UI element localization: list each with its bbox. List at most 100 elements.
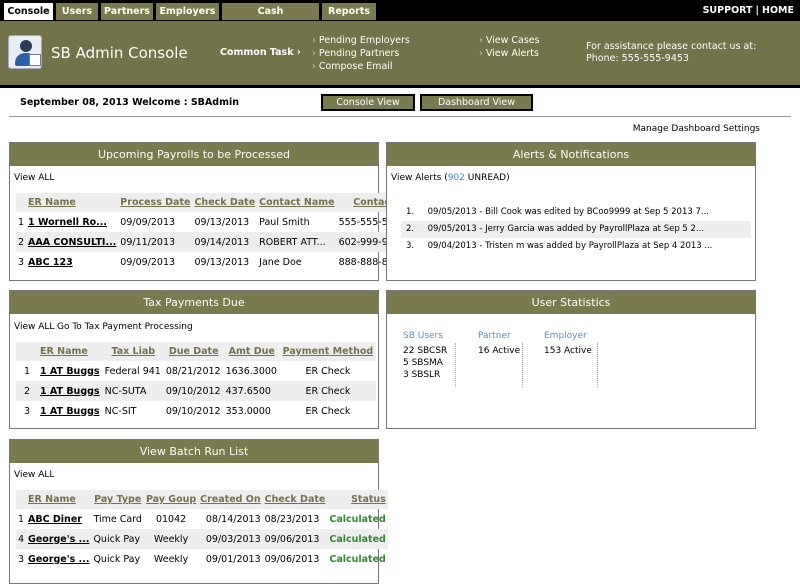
pay-type: Time Card — [93, 513, 142, 525]
due-date: 09/10/2012 — [165, 405, 221, 417]
table-row: 1 ABC Diner Time Card 01042 08/14/2013 0… — [16, 509, 388, 529]
header-banner: SB Admin Console Common Task › Pending E… — [0, 21, 800, 85]
row-number: 4 — [16, 529, 27, 549]
er-name-link[interactable]: 1 AT Buggs — [38, 361, 103, 381]
er-name-link[interactable]: ABC 123 — [26, 252, 118, 272]
column-header[interactable]: Due Date — [163, 342, 224, 361]
check-date: 08/23/2013 — [264, 513, 320, 525]
tax-view-all-link[interactable]: View ALL — [14, 322, 54, 332]
column-divider — [522, 343, 523, 387]
row-number: 1 — [23, 365, 31, 377]
view-alerts-link[interactable]: View Alerts — [479, 47, 540, 60]
process-date: 09/09/2013 — [120, 216, 176, 228]
pay-group: 01042 — [155, 513, 187, 525]
compose-email-link[interactable]: Compose Email — [312, 60, 410, 73]
row-number: 2 — [16, 381, 38, 401]
tax-payments-table: ER Name Tax Liab Due Date Amt Due Paymen… — [16, 342, 376, 421]
check-date: 09/06/2013 — [264, 553, 320, 565]
common-task-label: Common Task › — [220, 47, 301, 58]
column-header[interactable]: Pay Type — [91, 490, 144, 509]
check-date: 09/13/2013 — [194, 216, 250, 228]
column-header[interactable]: Amt Due — [223, 342, 280, 361]
view-alerts-link[interactable]: View Alerts (902 UNREAD) — [391, 173, 510, 183]
check-date: 09/14/2013 — [192, 232, 258, 252]
tab-partners[interactable]: Partners — [101, 3, 153, 20]
column-header[interactable]: ER Name — [26, 490, 92, 509]
contact-name: ROBERT ATT... — [257, 232, 337, 252]
tab-users[interactable]: Users — [56, 3, 98, 20]
tab-cash-management[interactable]: Cash Management — [222, 3, 319, 34]
home-link[interactable]: HOME — [762, 5, 794, 16]
column-header[interactable]: Payment Method — [279, 342, 376, 361]
support-link[interactable]: SUPPORT — [703, 5, 753, 16]
er-name-link[interactable]: 1 Wornell Ro... — [26, 212, 118, 232]
tax-liability: NC-SIT — [104, 405, 137, 417]
column-divider — [597, 343, 598, 387]
column-header[interactable]: Tax Liab — [102, 342, 164, 361]
batch-run-title: View Batch Run List — [10, 440, 378, 463]
console-view-button[interactable]: Console View — [321, 94, 415, 111]
contact-name: Jane Doe — [259, 256, 302, 268]
partner-stat: 16 Active — [478, 346, 521, 356]
column-header[interactable]: Process Date — [118, 193, 193, 212]
view-alerts-text: View Alerts ( — [391, 173, 448, 183]
column-header[interactable]: Created On — [198, 490, 263, 509]
tab-reports[interactable]: Reports — [322, 3, 376, 20]
employer-label: Employer — [544, 331, 587, 341]
status-calculated: Calculated — [327, 529, 388, 549]
tab-employers[interactable]: Employers — [156, 3, 219, 20]
top-link-separator: | — [755, 5, 760, 16]
upcoming-payrolls-panel: Upcoming Payrolls to be Processed View A… — [9, 142, 408, 281]
go-to-tax-processing-link[interactable]: Go To Tax Payment Processing — [57, 322, 193, 332]
column-divider — [455, 343, 456, 387]
alert-item[interactable]: 3. 09/04/2013 - Tristen m was added by P… — [401, 238, 751, 255]
header-divider — [0, 85, 800, 88]
table-header: ER Name Process Date Check Date Contact … — [16, 193, 408, 212]
er-name-link[interactable]: 1 AT Buggs — [38, 401, 103, 421]
table-header: ER Name Tax Liab Due Date Amt Due Paymen… — [16, 342, 376, 361]
pending-employers-link[interactable]: Pending Employers — [312, 34, 410, 47]
alert-item[interactable]: 1. 09/05/2013 - Bill Cook was edited by … — [401, 204, 751, 221]
created-on: 09/01/2013 — [205, 553, 261, 565]
process-date: 09/09/2013 — [120, 256, 176, 268]
pending-partners-link[interactable]: Pending Partners — [312, 47, 410, 60]
app-title: SB Admin Console — [51, 44, 188, 62]
amount-due: 437.6500 — [223, 381, 280, 401]
manage-dashboard-settings-link[interactable]: Manage Dashboard Settings — [633, 124, 760, 134]
column-header[interactable]: Check Date — [262, 490, 328, 509]
er-name-link[interactable]: George's ... — [26, 549, 91, 569]
amount-due: 353.0000 — [225, 405, 271, 417]
payrolls-view-all-link[interactable]: View ALL — [14, 173, 54, 183]
column-header[interactable]: Contact Name — [257, 193, 337, 212]
batch-view-all-link[interactable]: View ALL — [14, 470, 54, 480]
column-header[interactable]: Pay Goup — [143, 490, 199, 509]
er-name-link[interactable]: ABC Diner — [26, 509, 91, 529]
column-header[interactable]: Check Date — [192, 193, 258, 212]
status-calculated: Calculated — [329, 553, 386, 565]
tab-console[interactable]: Console — [4, 3, 53, 20]
view-cases-link[interactable]: View Cases — [479, 34, 540, 47]
alert-item[interactable]: 2. 09/05/2013 - Jerry Garcia was added b… — [401, 221, 751, 238]
er-name-link[interactable]: George's ... — [26, 529, 92, 549]
sb-users-stat: 5 SBSMA — [403, 358, 443, 368]
sb-users-stat: 3 SBSLR — [403, 370, 441, 380]
payment-method: ER Check — [279, 381, 376, 401]
table-row: 3 1 AT Buggs NC-SIT 09/10/2012 353.0000 … — [16, 401, 376, 421]
alerts-title: Alerts & Notifications — [387, 143, 755, 166]
row-number: 3 — [23, 405, 31, 417]
er-name-link[interactable]: 1 AT Buggs — [38, 381, 103, 401]
welcome-text: September 08, 2013 Welcome : SBAdmin — [20, 97, 239, 108]
sb-users-label: SB Users — [403, 331, 443, 341]
column-header[interactable]: Status — [327, 490, 388, 509]
top-nav-bar: Console Users Partners Employers Cash Ma… — [0, 0, 800, 34]
dashboard-view-button[interactable]: Dashboard View — [420, 94, 533, 111]
tax-payments-panel: Tax Payments Due View ALL Go To Tax Paym… — [9, 290, 379, 429]
er-name-link[interactable]: AAA CONSULTI... — [26, 232, 119, 252]
column-header[interactable]: ER Name — [38, 342, 103, 361]
due-date: 09/10/2012 — [163, 381, 224, 401]
due-date: 08/21/2012 — [165, 365, 221, 377]
column-header[interactable]: ER Name — [26, 193, 119, 212]
check-date: 09/13/2013 — [194, 256, 250, 268]
check-date: 09/06/2013 — [262, 529, 328, 549]
pay-group: Weekly — [153, 553, 189, 565]
